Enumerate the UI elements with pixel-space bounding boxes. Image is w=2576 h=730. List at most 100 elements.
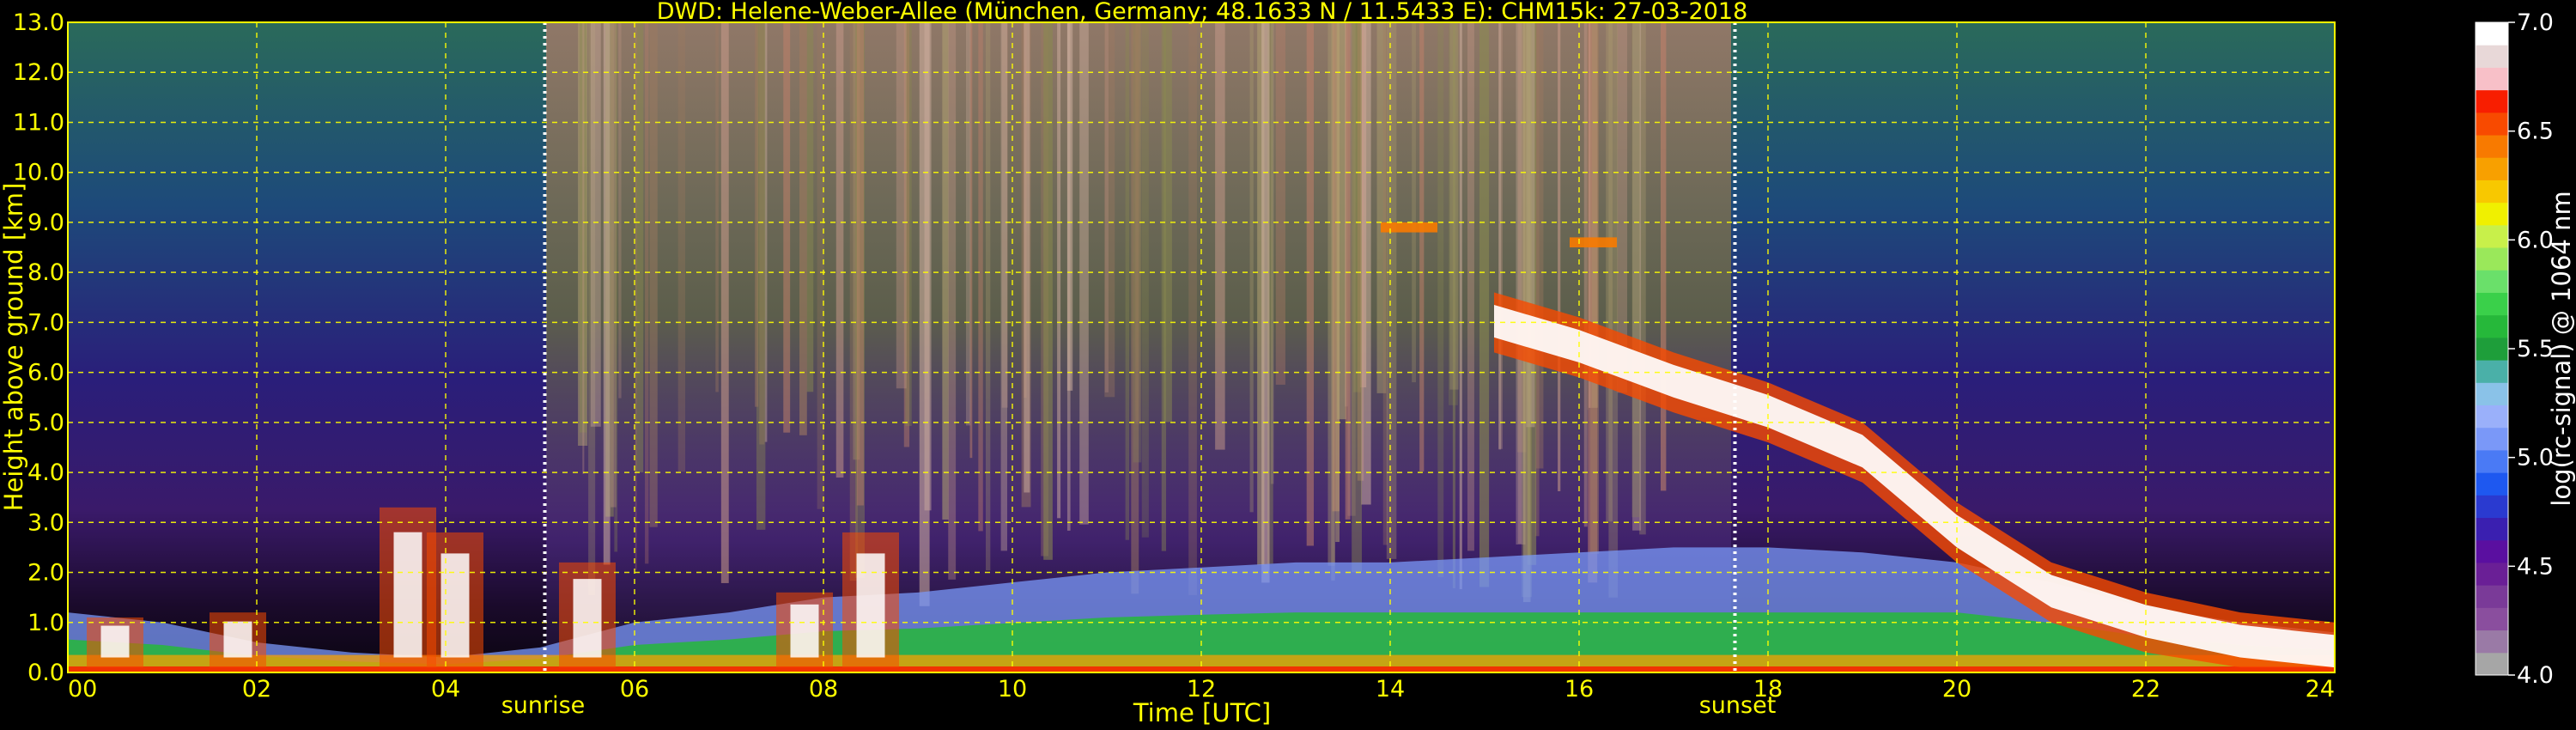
scatter-streak: [618, 22, 622, 398]
scatter-streak: [1449, 22, 1459, 390]
colorbar-swatch: [2476, 360, 2508, 383]
y-tick-label: 3.0: [27, 509, 64, 536]
scatter-streak: [835, 22, 844, 478]
colorbar-swatch: [2476, 179, 2508, 204]
colorbar-swatch: [2476, 472, 2508, 496]
colorbar-swatch: [2476, 22, 2508, 46]
y-tick-label: 5.0: [27, 410, 64, 436]
scatter-streak: [942, 22, 949, 520]
colorbar-swatch: [2476, 427, 2508, 451]
colorbar-swatch: [2476, 292, 2508, 316]
scatter-streak: [985, 22, 991, 571]
scatter-streak: [1386, 22, 1397, 559]
low-cloud-core: [393, 532, 422, 658]
y-tick-label: 12.0: [13, 59, 64, 86]
scatter-streak: [924, 22, 932, 511]
scatter-streak: [1467, 22, 1474, 551]
colorbar-tick-label: 4.0: [2517, 662, 2554, 689]
scatter-streak: [1261, 22, 1270, 583]
low-cloud-core: [100, 625, 130, 658]
scatter-streak: [1133, 22, 1142, 463]
scatter-streak: [603, 22, 611, 565]
scatter-streak: [720, 22, 729, 583]
scatter-streak: [1188, 22, 1197, 595]
scatter-streak: [582, 22, 585, 474]
scatter-streak: [715, 22, 719, 392]
scatter-streak: [1275, 22, 1285, 385]
colorbar-tick-label: 4.5: [2517, 553, 2554, 580]
high-cloud-patch: [1570, 237, 1617, 248]
scatter-streak: [755, 22, 759, 407]
y-tick-label: 8.0: [27, 259, 64, 286]
scatter-streak: [1590, 22, 1599, 554]
ceilometer-figure: DWD: Helene-Weber-Allee (München, German…: [0, 0, 2576, 727]
colorbar-swatch: [2476, 495, 2508, 519]
scatter-streak: [677, 22, 686, 472]
scatter-streak: [783, 22, 791, 433]
scatter-streak: [1558, 22, 1561, 491]
colorbar-swatch: [2476, 382, 2508, 406]
low-cloud-core: [223, 621, 252, 658]
scatter-streak: [1043, 22, 1053, 560]
x-tick-label: 20: [1942, 676, 1971, 703]
x-tick-label: 02: [242, 676, 271, 703]
colorbar-swatch: [2476, 630, 2508, 654]
scatter-streak: [1335, 22, 1340, 543]
low-cloud-core: [856, 553, 885, 658]
colorbar-label: log(rc-signal) @ 1064 nm: [2547, 191, 2576, 506]
colorbar-swatch: [2476, 652, 2508, 676]
x-tick-label: 04: [431, 676, 460, 703]
scatter-streak: [1498, 22, 1502, 450]
x-tick-label: 24: [2306, 676, 2335, 703]
colorbar-swatches: [2476, 22, 2508, 676]
scatter-streak: [1079, 22, 1089, 525]
x-tick-label: 06: [620, 676, 649, 703]
y-tick-label: 9.0: [27, 210, 64, 236]
y-axis-label: Height above ground [km]: [0, 183, 28, 512]
y-tick-label: 7.0: [27, 309, 64, 336]
scatter-streak: [635, 22, 637, 570]
colorbar-swatch: [2476, 539, 2508, 563]
scatter-streak: [1352, 22, 1362, 573]
colorbar-tick-label: 6.5: [2517, 119, 2554, 145]
colorbar-swatch: [2476, 224, 2508, 248]
scatter-streak: [1215, 22, 1225, 450]
colorbar-swatch: [2476, 157, 2508, 180]
scatter-streak: [1057, 22, 1061, 519]
y-tick-label: 13.0: [13, 9, 64, 36]
y-tick-label: 2.0: [27, 560, 64, 587]
x-tick-label: 22: [2131, 676, 2160, 703]
plot-area: [67, 21, 2336, 673]
y-tick-label: 10.0: [13, 160, 64, 186]
scatter-streak: [590, 22, 601, 427]
x-tick-label: 12: [1187, 676, 1216, 703]
scatter-streak: [1412, 22, 1416, 383]
colorbar-swatch: [2476, 562, 2508, 586]
y-tick-label: 4.0: [27, 459, 64, 486]
scatter-streak: [1361, 22, 1371, 505]
y-tick-label: 0.0: [27, 660, 64, 686]
scatter-streak: [1479, 22, 1490, 587]
sunset-label: sunset: [1699, 692, 1777, 719]
colorbar-swatch: [2476, 89, 2508, 113]
colorbar-tick-label: 7.0: [2517, 9, 2554, 36]
scatter-streak: [806, 22, 814, 392]
scatter-streak: [1125, 22, 1130, 540]
colorbar-swatch: [2476, 45, 2508, 68]
x-tick-label: 14: [1376, 676, 1405, 703]
x-tick-label: 08: [809, 676, 838, 703]
low-cloud-core: [790, 604, 819, 658]
scatter-streak: [1631, 22, 1640, 518]
scatter-streak: [649, 22, 658, 527]
scatter-streak: [1459, 22, 1462, 589]
colorbar-swatch: [2476, 405, 2508, 429]
colorbar: 4.04.55.05.56.06.57.0 log(rc-signal) @ 1…: [2475, 9, 2576, 689]
scatter-streak: [1419, 22, 1425, 471]
scatter-streak: [1661, 22, 1667, 491]
high-cloud-patch: [1381, 222, 1437, 233]
scatter-streak: [1141, 22, 1149, 538]
sunrise-label: sunrise: [501, 692, 586, 719]
y-tick-label: 11.0: [13, 109, 64, 136]
y-tick-label: 1.0: [27, 610, 64, 636]
scatter-streak: [635, 22, 644, 473]
